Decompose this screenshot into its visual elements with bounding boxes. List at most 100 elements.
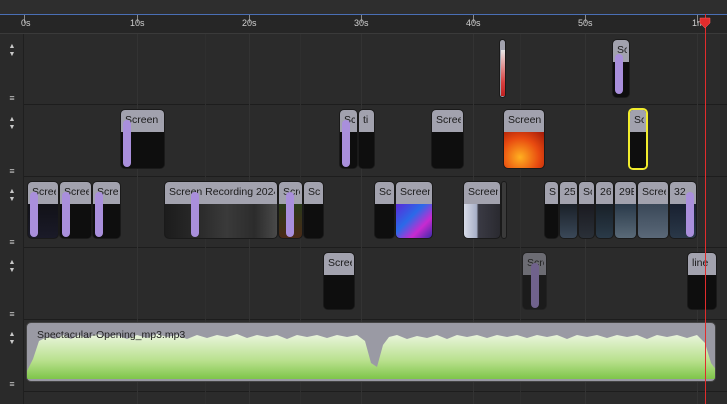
track-menu-icon[interactable]: ≡ [8, 310, 16, 319]
video-clip[interactable]: Scre [278, 181, 303, 239]
clip-title: Scr [308, 186, 321, 198]
clip-header: line [688, 253, 716, 275]
clip-trim-handle[interactable] [531, 263, 539, 308]
clip-trim-handle[interactable] [62, 192, 70, 237]
video-clip[interactable]: Scr [339, 109, 358, 169]
video-clip[interactable] [499, 39, 506, 98]
clip-thumbnail [638, 204, 668, 238]
clip-title: Screen [468, 186, 498, 198]
clip-thumbnail [375, 204, 394, 238]
selected-video-clip[interactable]: Sc [628, 108, 648, 170]
clip-header: 25I [560, 182, 577, 204]
clip-header: Sc [630, 110, 646, 132]
clip-trim-handle[interactable] [342, 120, 350, 167]
expand-down-icon[interactable]: ▼ [8, 267, 16, 274]
video-clip[interactable]: line [687, 252, 717, 310]
video-clip[interactable]: Sc [612, 39, 630, 98]
clip-thumbnail [504, 132, 544, 168]
clip-thumbnail [688, 275, 716, 309]
video-clip[interactable]: Screen [395, 181, 433, 239]
track-4[interactable] [24, 248, 727, 320]
video-clip[interactable]: Screen R [120, 109, 165, 169]
clip-header: Sc [545, 182, 558, 204]
clip-title: Sc [634, 114, 644, 126]
clip-title: 26 [600, 186, 611, 198]
video-clip[interactable]: 29B [614, 181, 637, 239]
clip-trim-handle[interactable] [615, 54, 623, 94]
clip-title: Screen [508, 114, 542, 126]
clip-trim-handle[interactable] [95, 192, 103, 237]
video-clip[interactable]: Scre [92, 181, 121, 239]
expand-down-icon[interactable]: ▼ [8, 51, 16, 58]
clip-trim-handle[interactable] [30, 192, 38, 237]
video-clip[interactable]: Scree [27, 181, 59, 239]
ruler-label-50s: 50s [578, 18, 593, 28]
video-clip[interactable] [501, 181, 507, 239]
clip-trim-handle[interactable] [686, 192, 694, 237]
time-ruler[interactable]: 0s 10s 20s 30s 40s 50s 1m [0, 14, 727, 34]
video-clip[interactable]: 32 [669, 181, 697, 239]
clip-thumbnail [579, 204, 594, 238]
video-clip[interactable]: Sc [544, 181, 559, 239]
clip-trim-handle[interactable] [123, 120, 131, 167]
track-3-controls: ▲ ▼ ≡ [0, 181, 24, 251]
clip-header: Scree [324, 253, 354, 275]
video-clip[interactable]: Scree [637, 181, 669, 239]
audio-clip[interactable]: Spectacular-Opening_mp3.mp3 [26, 322, 716, 382]
clip-title: ti [363, 114, 369, 126]
clip-thumbnail [304, 204, 323, 238]
clip-title: Sc [583, 186, 592, 198]
video-clip[interactable]: Screen [463, 181, 501, 239]
clip-header: Scr [304, 182, 323, 204]
video-clip[interactable]: 25I [559, 181, 578, 239]
video-clip[interactable]: 26 [595, 181, 614, 239]
clip-header: Screen [464, 182, 500, 204]
expand-down-icon[interactable]: ▼ [8, 196, 16, 203]
collapse-up-icon[interactable]: ▲ [8, 259, 16, 266]
collapse-up-icon[interactable]: ▲ [8, 188, 16, 195]
expand-down-icon[interactable]: ▼ [8, 124, 16, 131]
clip-header: Scree [432, 110, 463, 132]
clip-thumbnail [165, 204, 277, 238]
clip-title: line [692, 257, 709, 269]
video-clip[interactable]: Scree [431, 109, 464, 169]
ghost-video-clip[interactable]: Scre [522, 252, 547, 310]
audio-clip-title: Spectacular-Opening_mp3.mp3 [37, 329, 186, 341]
playhead-handle-icon[interactable] [699, 17, 711, 29]
clip-thumbnail [324, 275, 354, 309]
clip-header: 29B [615, 182, 636, 204]
track-1-controls: ▲ ▼ ≡ [0, 38, 24, 108]
video-clip[interactable]: Screen [503, 109, 545, 169]
clip-thumbnail [432, 132, 463, 168]
clip-header: Screen [396, 182, 432, 204]
video-clip[interactable]: ti [358, 109, 375, 169]
ruler-label-0s: 0s [21, 18, 31, 28]
collapse-up-icon[interactable]: ▲ [8, 116, 16, 123]
collapse-up-icon[interactable]: ▲ [8, 331, 16, 338]
video-clip[interactable]: Sc [578, 181, 595, 239]
track-menu-icon[interactable]: ≡ [8, 380, 16, 389]
clip-thumbnail [396, 204, 432, 238]
ruler-label-10s: 10s [130, 18, 145, 28]
clip-thumbnail [615, 204, 636, 238]
playhead-line[interactable] [705, 14, 706, 404]
clip-thumbnail [545, 204, 558, 238]
video-clip[interactable]: Scree [323, 252, 355, 310]
collapse-up-icon[interactable]: ▲ [8, 43, 16, 50]
video-clip[interactable]: Screen Recording 2024 [164, 181, 278, 239]
clip-thumbnail [501, 50, 505, 96]
clip-header: Screen Recording 2024 [165, 182, 277, 204]
clip-title: Screen Recording 2024 [169, 186, 275, 198]
expand-down-icon[interactable]: ▼ [8, 339, 16, 346]
track-menu-icon[interactable]: ≡ [8, 238, 16, 247]
clip-trim-handle[interactable] [286, 192, 294, 237]
track-2-controls: ▲ ▼ ≡ [0, 109, 24, 179]
track-menu-icon[interactable]: ≡ [8, 94, 16, 103]
clip-thumbnail [596, 204, 613, 238]
video-clip[interactable]: Scr [374, 181, 395, 239]
track-menu-icon[interactable]: ≡ [8, 167, 16, 176]
clip-trim-handle[interactable] [191, 192, 199, 237]
video-clip[interactable]: Scree [59, 181, 92, 239]
track-header-gutter: ▲ ▼ ≡ ▲ ▼ ≡ ▲ ▼ ≡ ▲ ▼ ≡ ▲ ▼ ≡ [0, 34, 24, 404]
video-clip[interactable]: Scr [303, 181, 324, 239]
